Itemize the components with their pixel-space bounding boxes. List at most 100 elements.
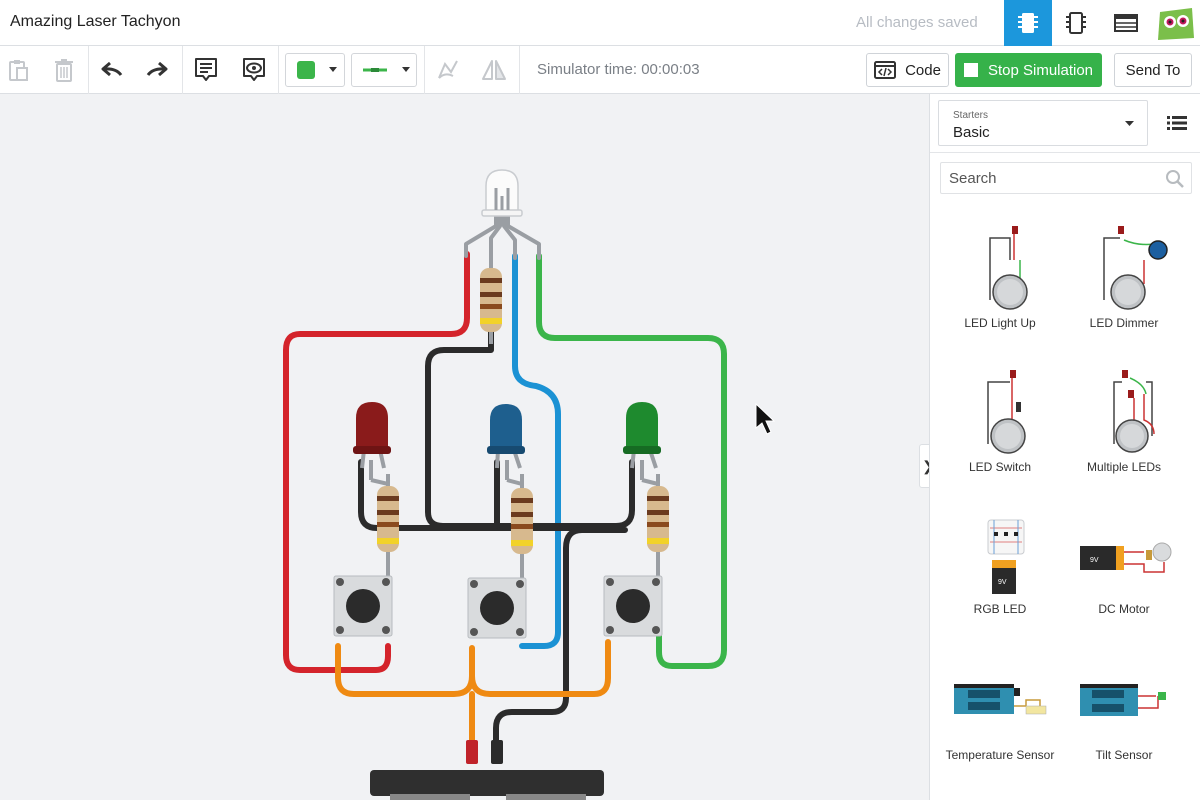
- search-icon[interactable]: [1165, 169, 1185, 189]
- toolbar: Simulator time: 00:00:03 Code Stop Simul…: [0, 46, 1200, 94]
- component-dc-motor[interactable]: 9V DC Motor: [1064, 506, 1184, 636]
- components-list-view-button[interactable]: [1102, 0, 1150, 46]
- component-label: LED Switch: [968, 460, 1032, 474]
- stop-simulation-label: Stop Simulation: [987, 61, 1094, 79]
- stop-simulation-button[interactable]: Stop Simulation: [955, 53, 1102, 87]
- user-avatar[interactable]: [1156, 4, 1196, 42]
- search-input[interactable]: [941, 163, 1161, 193]
- resistor-top: [480, 262, 502, 344]
- component-led-dimmer[interactable]: LED Dimmer: [1064, 220, 1184, 350]
- undo-icon: [101, 61, 123, 77]
- redo-button[interactable]: [141, 54, 173, 86]
- schematic-view-button[interactable]: [1052, 0, 1100, 46]
- component-led-light-up[interactable]: LED Light Up: [940, 220, 1060, 350]
- component-label: Tilt Sensor: [1095, 748, 1153, 762]
- mouse-cursor: [755, 402, 776, 435]
- pushbutton-middle: [467, 577, 527, 639]
- toolbar-separator: [519, 46, 520, 94]
- caret-down-icon: [402, 67, 410, 72]
- chip-icon: [1066, 12, 1086, 34]
- component-multiple-leds[interactable]: Multiple LEDs: [1064, 364, 1184, 494]
- top-bar: Amazing Laser Tachyon All changes saved: [0, 0, 1200, 46]
- component-label: RGB LED: [973, 602, 1027, 616]
- search-box: [940, 162, 1192, 194]
- resistor-left: [369, 460, 399, 586]
- toolbar-separator: [182, 46, 183, 94]
- sidebar-divider: [930, 152, 1200, 153]
- wire-color-dropdown[interactable]: [351, 53, 417, 87]
- avatar-icon: [1158, 8, 1194, 40]
- component-label: Multiple LEDs: [1086, 460, 1162, 474]
- caret-down-icon: [329, 67, 337, 72]
- rotate-icon: [438, 60, 458, 79]
- component-label: DC Motor: [1098, 602, 1150, 616]
- clipboard-icon: [9, 60, 28, 81]
- starters-value: Basic: [953, 124, 990, 141]
- flip-icon: [482, 60, 506, 80]
- fill-color-swatch: [297, 61, 315, 79]
- notes-button[interactable]: [190, 54, 222, 86]
- toolbar-separator: [278, 46, 279, 94]
- starters-dropdown[interactable]: Starters Basic: [938, 100, 1148, 146]
- green-led: [623, 402, 661, 469]
- redo-icon: [146, 61, 168, 77]
- rgb-led-thumbnail: 9V: [987, 519, 1025, 594]
- list-icon: [1167, 116, 1187, 130]
- wire-style-icon: [363, 68, 387, 72]
- dc-motor-thumbnail: 9V: [1080, 542, 1172, 573]
- circuit-icon: [1018, 13, 1038, 33]
- battery-pack: [370, 740, 604, 800]
- rgb-led: [481, 169, 523, 217]
- undo-button[interactable]: [96, 54, 128, 86]
- code-button[interactable]: Code: [866, 53, 949, 87]
- blue-led: [487, 404, 525, 469]
- svg-text:9V: 9V: [1090, 557, 1099, 564]
- component-led-switch[interactable]: LED Switch: [940, 364, 1060, 494]
- send-to-label: Send To: [1125, 61, 1181, 79]
- copy-button[interactable]: [2, 54, 34, 86]
- pushbutton-right: [603, 575, 663, 637]
- toolbar-separator: [88, 46, 89, 94]
- flip-button[interactable]: [478, 54, 510, 86]
- project-title[interactable]: Amazing Laser Tachyon: [10, 13, 180, 31]
- circuit-view-button[interactable]: [1004, 0, 1052, 46]
- simulator-time: Simulator time: 00:00:03: [537, 61, 700, 78]
- component-label: Temperature Sensor: [945, 748, 1055, 762]
- save-status: All changes saved: [856, 14, 978, 31]
- rotate-button[interactable]: [431, 54, 463, 86]
- fill-color-dropdown[interactable]: [285, 53, 345, 87]
- led-switch-thumbnail: [987, 370, 1026, 454]
- circuit-drawing[interactable]: [0, 94, 929, 800]
- component-tilt-sensor[interactable]: Tilt Sensor: [1064, 650, 1184, 780]
- black-wire-left: [358, 459, 623, 531]
- toggle-notes-visibility-button[interactable]: [238, 54, 270, 86]
- pushbutton-left: [333, 575, 393, 637]
- circuit-canvas[interactable]: [0, 94, 929, 800]
- red-led: [353, 402, 391, 469]
- stop-icon: [963, 63, 978, 77]
- starters-label: Starters: [953, 110, 989, 121]
- resistor-right: [640, 460, 669, 586]
- eye-note-icon: [243, 58, 265, 81]
- code-button-label: Code: [905, 61, 941, 79]
- component-temperature-sensor[interactable]: Temperature Sensor: [940, 650, 1060, 780]
- app-root: Amazing Laser Tachyon All changes saved: [0, 0, 1200, 800]
- note-icon: [195, 58, 217, 81]
- components-sidebar: Starters Basic Search LED Light Up LED D…: [929, 94, 1200, 800]
- toolbar-separator: [424, 46, 425, 94]
- caret-down-icon: [1125, 121, 1134, 126]
- component-label: LED Dimmer: [1089, 316, 1159, 330]
- led-light-up-thumbnail: [989, 226, 1028, 310]
- delete-button[interactable]: [48, 54, 80, 86]
- multiple-leds-thumbnail: [1113, 370, 1155, 453]
- tilt-sensor-thumbnail: [1080, 684, 1166, 716]
- component-label: LED Light Up: [964, 316, 1036, 330]
- temperature-sensor-thumbnail: [954, 684, 1047, 715]
- component-rgb-led[interactable]: 9V RGB LED: [940, 506, 1060, 636]
- trash-icon: [55, 59, 73, 82]
- code-icon: [874, 61, 897, 79]
- send-to-button[interactable]: Send To: [1114, 53, 1192, 87]
- list-view-button[interactable]: [1160, 108, 1194, 138]
- led-dimmer-thumbnail: [1103, 226, 1168, 310]
- svg-text:9V: 9V: [998, 579, 1007, 586]
